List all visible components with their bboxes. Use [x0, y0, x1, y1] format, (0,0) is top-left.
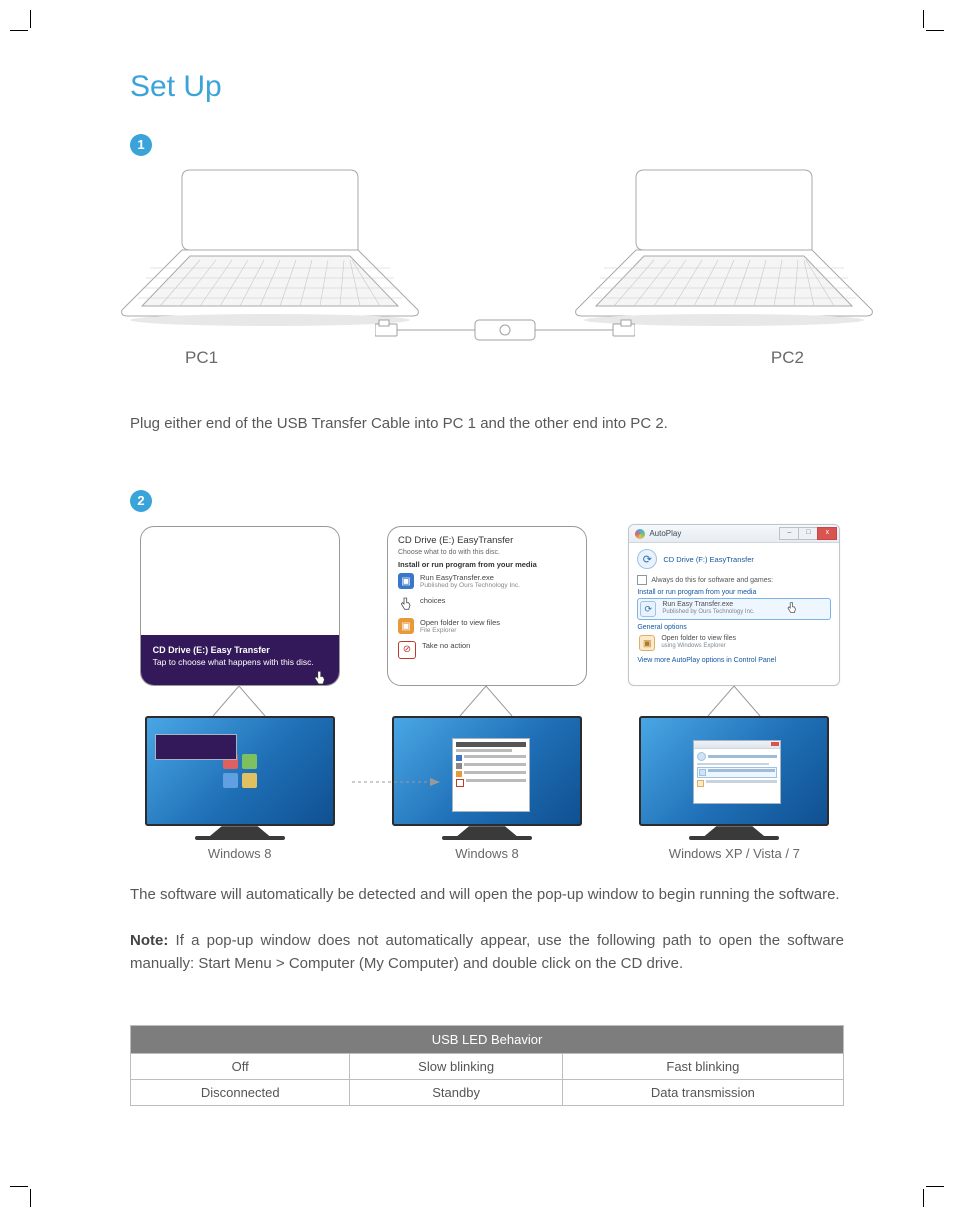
led-r2c1: Disconnected: [131, 1080, 350, 1106]
win8-toast-popup: CD Drive (E:) Easy Transfer Tap to choos…: [140, 526, 340, 686]
autoplay-title: AutoPlay: [649, 529, 681, 538]
checkbox-icon: [637, 575, 647, 585]
autoplay-run-sub: Published by Ours Technology Inc.: [662, 609, 754, 616]
minimize-icon: –: [779, 527, 799, 540]
no-action-icon: ⊘: [398, 641, 416, 659]
step-badge-1: 1: [130, 134, 152, 156]
autoplay-opt-run: ⟳ Run Easy Transfer.exe Published by Our…: [637, 598, 831, 620]
step2-col2: CD Drive (E:) EasyTransfer Choose what t…: [377, 526, 596, 861]
opt-open: Open folder to view files: [420, 618, 500, 627]
led-table-header: USB LED Behavior: [131, 1026, 844, 1054]
opt-choices: choices: [420, 596, 445, 605]
dashed-arrow-icon: [352, 774, 442, 784]
autoplay-window: AutoPlay –□x ⟳ CD Drive (F:) EasyTransfe…: [628, 524, 840, 686]
mini-popup-icon: [452, 738, 530, 812]
led-r1c3: Fast blinking: [562, 1054, 843, 1080]
led-r1c1: Off: [131, 1054, 350, 1080]
autoplay-open-sub: using Windows Explorer: [661, 643, 736, 650]
autoplay-icon: [635, 529, 645, 539]
opt-open-sub: File Explorer: [420, 627, 500, 635]
callout-line-icon: [734, 686, 735, 716]
autoplay-group2: General options: [637, 624, 831, 631]
step-badge-2: 2: [130, 490, 152, 512]
pc1-label: PC1: [185, 348, 218, 368]
maximize-icon: □: [798, 527, 818, 540]
popup-section: Install or run program from your media: [398, 560, 576, 569]
installer-icon: ▣: [398, 573, 414, 589]
note-body: If a pop-up window does not automaticall…: [130, 932, 844, 972]
autoplay-always: Always do this for software and games:: [651, 577, 773, 584]
crop-mark-icon: [10, 1177, 40, 1207]
usb-cable-icon: [375, 310, 635, 350]
step-2: 2 CD Drive (E:) Easy Transfer Tap to cho…: [130, 490, 844, 975]
opt-run-sub: Published by Ours Technology Inc.: [420, 582, 520, 590]
close-icon: x: [817, 527, 837, 540]
step2-body: The software will automatically be detec…: [130, 883, 844, 906]
tap-cursor-icon: [398, 596, 414, 612]
step1-caption: Plug either end of the USB Transfer Cabl…: [130, 412, 844, 435]
installer-icon: ⟳: [640, 601, 656, 617]
folder-icon: ▣: [398, 618, 414, 634]
toast-title: CD Drive (E:) Easy Transfer: [153, 645, 327, 655]
popup-header: CD Drive (E:) EasyTransfer: [398, 535, 576, 546]
step-1: 1: [130, 134, 844, 435]
crop-mark-icon: [10, 10, 40, 40]
page: Set Up 1: [0, 0, 954, 1217]
step2-note: Note: If a pop-up window does not automa…: [130, 929, 844, 976]
crop-mark-icon: [914, 1177, 944, 1207]
window-buttons: –□x: [780, 527, 837, 540]
led-r2c2: Standby: [350, 1080, 562, 1106]
os-caption-2: Windows 8: [455, 846, 519, 861]
callout-line-icon: [239, 686, 240, 716]
opt-none: Take no action: [422, 641, 470, 650]
autoplay-open: Open folder to view files: [661, 635, 736, 642]
led-r1c2: Slow blinking: [350, 1054, 562, 1080]
autoplay-group1: Install or run program from your media: [637, 589, 831, 596]
autoplay-drive: CD Drive (F:) EasyTransfer: [663, 555, 754, 564]
os-caption-3: Windows XP / Vista / 7: [669, 846, 800, 861]
tap-cursor-icon: [311, 669, 329, 686]
win8-choices-popup: CD Drive (E:) EasyTransfer Choose what t…: [387, 526, 587, 686]
os-caption-1: Windows 8: [208, 846, 272, 861]
toast-subtitle: Tap to choose what happens with this dis…: [153, 657, 314, 667]
step1-figure: PC1 PC2: [130, 160, 844, 390]
callout-line-icon: [486, 686, 487, 716]
cd-drive-icon: ⟳: [637, 549, 657, 569]
note-label: Note:: [130, 932, 168, 949]
folder-icon: ▣: [639, 635, 655, 651]
mini-autoplay-icon: [693, 740, 781, 804]
led-r2c3: Data transmission: [562, 1080, 843, 1106]
mini-toast-icon: [155, 734, 237, 760]
crop-mark-icon: [914, 10, 944, 40]
autoplay-opt-open: ▣ Open folder to view files using Window…: [637, 633, 831, 653]
tap-cursor-icon: [785, 601, 799, 615]
monitor-win8a: [145, 716, 335, 840]
autoplay-more: View more AutoPlay options in Control Pa…: [637, 657, 831, 664]
step2-col3: AutoPlay –□x ⟳ CD Drive (F:) EasyTransfe…: [625, 524, 844, 861]
pc2-label: PC2: [771, 348, 804, 368]
popup-sub: Choose what to do with this disc.: [398, 549, 576, 556]
step2-col1: CD Drive (E:) Easy Transfer Tap to choos…: [130, 526, 349, 861]
monitor-winxp: [639, 716, 829, 840]
page-title: Set Up: [130, 70, 844, 104]
usb-led-table: USB LED Behavior Off Slow blinking Fast …: [130, 1025, 844, 1106]
autoplay-run: Run Easy Transfer.exe: [662, 601, 733, 608]
opt-run: Run EasyTransfer.exe: [420, 573, 494, 582]
